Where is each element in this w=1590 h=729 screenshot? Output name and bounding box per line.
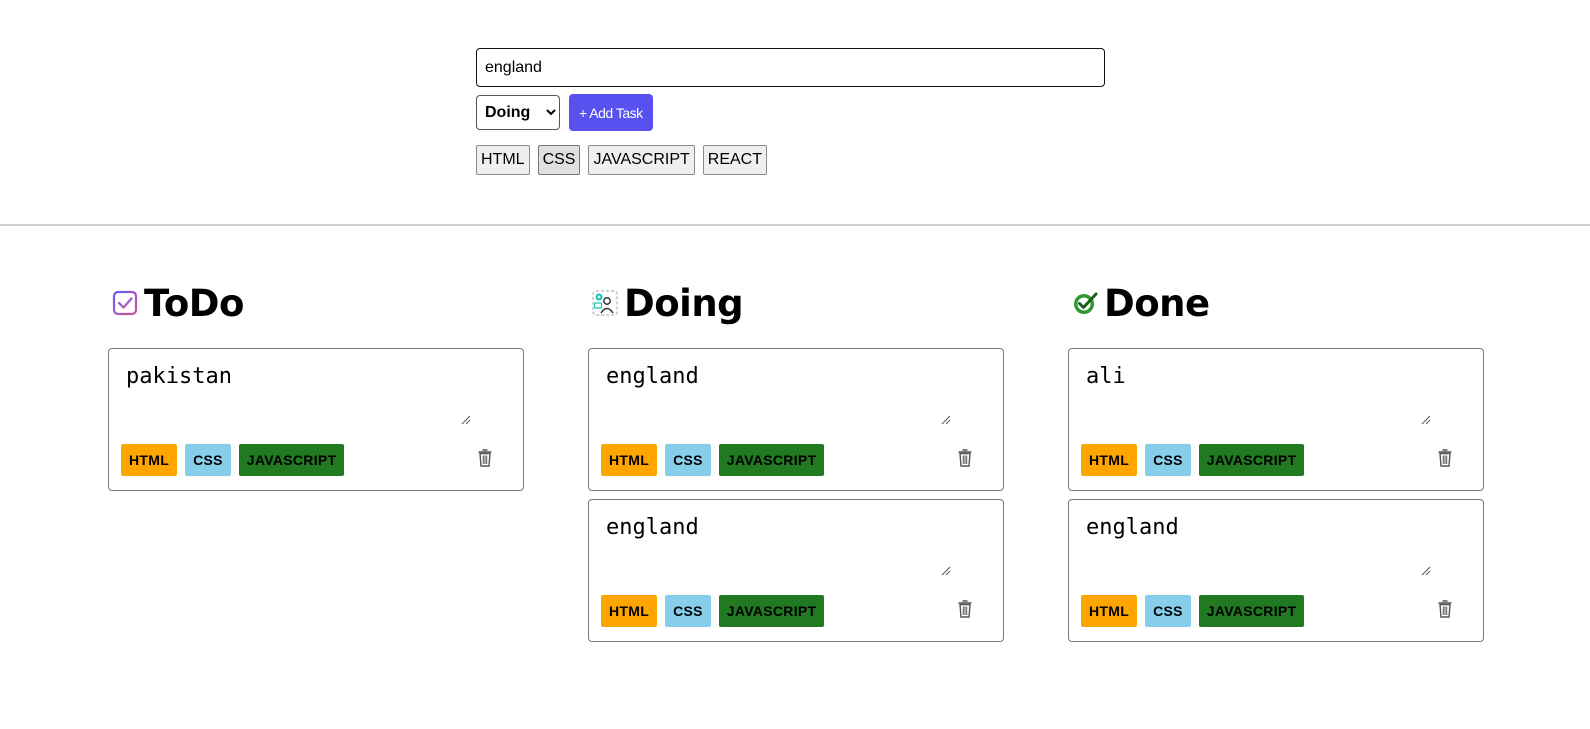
divider: [0, 224, 1590, 226]
tag-javascript: JAVASCRIPT: [718, 595, 825, 627]
task-text[interactable]: england: [606, 515, 956, 577]
task-text[interactable]: ali: [1086, 364, 1436, 426]
trash-icon[interactable]: [1437, 448, 1453, 468]
trash-icon[interactable]: [957, 599, 973, 619]
card-tags: HTML CSS JAVASCRIPT: [121, 444, 345, 476]
status-select[interactable]: ToDo Doing Done: [476, 95, 560, 130]
trash-icon[interactable]: [477, 448, 493, 468]
task-form: ToDo Doing Done + Add Task HTML CSS JAVA…: [476, 48, 1106, 175]
resize-handle-icon[interactable]: [941, 415, 951, 425]
tag-filter-javascript[interactable]: JAVASCRIPT: [588, 145, 695, 175]
tag-javascript: JAVASCRIPT: [1198, 595, 1305, 627]
tag-css: CSS: [665, 444, 711, 476]
column-header: ToDo: [112, 281, 524, 325]
column-title: ToDo: [144, 281, 244, 325]
task-text[interactable]: england: [606, 364, 956, 426]
task-text[interactable]: pakistan: [126, 364, 476, 426]
column-header: Done: [1072, 281, 1484, 325]
trash-icon[interactable]: [957, 448, 973, 468]
trash-icon[interactable]: [1437, 599, 1453, 619]
column-header: Doing: [592, 281, 1004, 325]
task-card: england HTML CSS JAVASCRIPT: [1068, 499, 1484, 642]
column-todo: ToDo pakistan HTML CSS JAVASCRIPT: [108, 281, 524, 499]
tag-javascript: JAVASCRIPT: [718, 444, 825, 476]
resize-handle-icon[interactable]: [1421, 415, 1431, 425]
tag-html: HTML: [601, 444, 658, 476]
column-title: Doing: [624, 281, 744, 325]
add-task-button[interactable]: + Add Task: [569, 94, 653, 131]
card-tags: HTML CSS JAVASCRIPT: [1081, 595, 1305, 627]
form-controls: ToDo Doing Done + Add Task: [476, 94, 1106, 131]
tag-javascript: JAVASCRIPT: [1198, 444, 1305, 476]
tag-html: HTML: [121, 444, 178, 476]
tag-css: CSS: [1145, 444, 1191, 476]
tag-css: CSS: [665, 595, 711, 627]
tag-html: HTML: [1081, 444, 1138, 476]
tag-filter-react[interactable]: REACT: [702, 145, 768, 175]
resize-handle-icon[interactable]: [941, 566, 951, 576]
card-tags: HTML CSS JAVASCRIPT: [601, 444, 825, 476]
tag-filter-html[interactable]: HTML: [476, 145, 530, 175]
tag-html: HTML: [601, 595, 658, 627]
tag-css: CSS: [1145, 595, 1191, 627]
task-card: ali HTML CSS JAVASCRIPT: [1068, 348, 1484, 491]
working-person-icon: [592, 290, 618, 316]
tag-javascript: JAVASCRIPT: [238, 444, 345, 476]
tag-filter-bar: HTML CSS JAVASCRIPT REACT: [476, 145, 1106, 175]
column-doing: Doing england HTML CSS JAVASCRIPT englan…: [588, 281, 1004, 650]
tag-css: CSS: [185, 444, 231, 476]
column-title: Done: [1104, 281, 1210, 325]
checkbox-icon: [112, 290, 138, 316]
resize-handle-icon[interactable]: [1421, 566, 1431, 576]
tag-html: HTML: [1081, 595, 1138, 627]
task-card: england HTML CSS JAVASCRIPT: [588, 348, 1004, 491]
tag-filter-css[interactable]: CSS: [537, 145, 581, 175]
check-badge-icon: [1072, 290, 1098, 316]
column-done: Done ali HTML CSS JAVASCRIPT england HTM…: [1068, 281, 1484, 650]
task-text[interactable]: england: [1086, 515, 1436, 577]
card-tags: HTML CSS JAVASCRIPT: [601, 595, 825, 627]
task-card: pakistan HTML CSS JAVASCRIPT: [108, 348, 524, 491]
resize-handle-icon[interactable]: [461, 415, 471, 425]
card-tags: HTML CSS JAVASCRIPT: [1081, 444, 1305, 476]
task-input[interactable]: [476, 48, 1105, 87]
task-card: england HTML CSS JAVASCRIPT: [588, 499, 1004, 642]
